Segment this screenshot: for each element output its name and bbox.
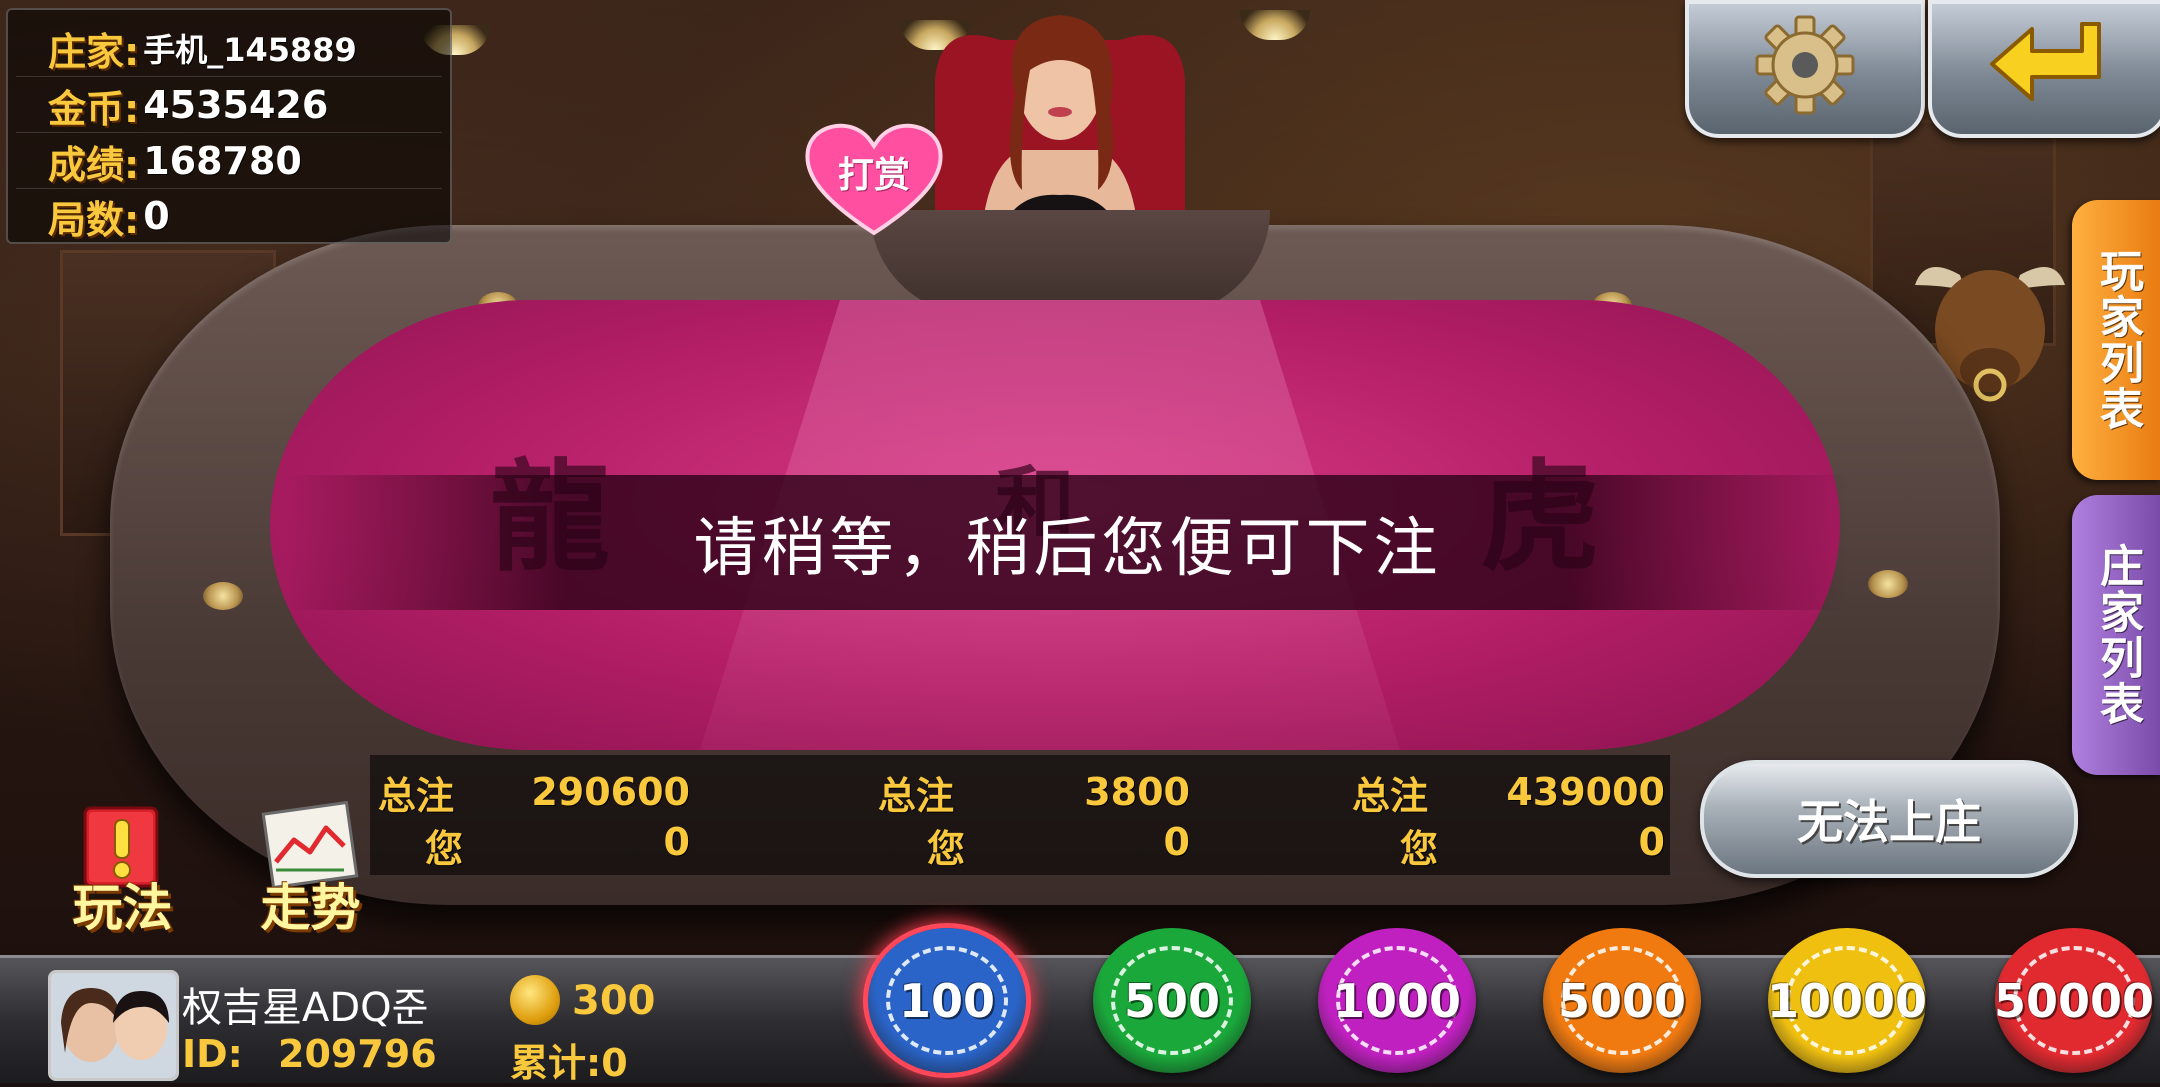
chip-value: 1000 <box>1332 973 1462 1028</box>
player-name: 权吉星ADQ준 <box>182 985 429 1031</box>
avatar[interactable] <box>48 970 179 1081</box>
rounds-value: 0 <box>143 194 170 238</box>
dragon-total-label: 总注 <box>378 774 455 818</box>
trend-button[interactable]: 走势 <box>238 800 383 940</box>
gold-row: 金币: 4535426 <box>48 77 328 133</box>
banker-info-panel: 庄家: 手机_145889 金币: 4535426 成绩: 168780 局数:… <box>6 8 452 244</box>
chip-value: 50000 <box>1993 973 2155 1028</box>
table-light <box>203 582 243 610</box>
score-row: 成绩: 168780 <box>48 133 302 189</box>
dragon-you-value: 0 <box>663 820 690 864</box>
score-value: 168780 <box>143 139 302 183</box>
back-button[interactable] <box>1928 0 2160 138</box>
ceiling-lamp <box>1240 10 1310 40</box>
settings-button[interactable] <box>1685 0 1925 138</box>
tie-total-value: 3800 <box>1084 770 1190 814</box>
wait-message: 请稍等，稍后您便可下注 <box>693 511 1442 586</box>
dragon-you-label: 您 <box>425 827 464 871</box>
chip-value: 10000 <box>1766 973 1928 1028</box>
rounds-label: 局数: <box>48 197 140 242</box>
dragon-total-value: 290600 <box>531 770 690 814</box>
wait-banner: 请稍等，稍后您便可下注 <box>285 475 1850 610</box>
player-list-label: 玩家列表 <box>2092 248 2143 432</box>
player-coins: 300 <box>572 978 656 1024</box>
rules-label: 玩法 <box>72 879 173 937</box>
tiger-total-label: 总注 <box>1352 774 1429 818</box>
chip-value: 5000 <box>1557 973 1687 1028</box>
player-id-value: 209796 <box>278 1032 437 1076</box>
table-light <box>1868 570 1908 598</box>
player-list-tab[interactable]: 玩家列表 <box>2072 200 2160 480</box>
player-total: 累计:0 <box>510 1041 628 1085</box>
banker-name: 手机_145889 <box>143 31 357 69</box>
banker-row: 庄家: 手机_145889 <box>48 20 357 76</box>
tiger-you-value: 0 <box>1638 820 1665 864</box>
rules-button[interactable]: 玩法 <box>50 800 195 940</box>
rounds-row: 局数: 0 <box>48 188 170 244</box>
chip-value: 500 <box>1123 973 1221 1028</box>
gear-icon <box>1755 15 1855 115</box>
player-id-label: ID: <box>182 1032 243 1076</box>
chip-500[interactable]: 500 <box>1093 928 1251 1073</box>
banker-list-label: 庄家列表 <box>2092 543 2143 727</box>
reward-button[interactable]: 打赏 <box>800 118 948 238</box>
tiger-total-value: 439000 <box>1506 770 1665 814</box>
become-banker-button[interactable]: 无法上庄 <box>1700 760 2078 878</box>
chip-value: 100 <box>898 973 996 1028</box>
banker-label: 庄家: <box>48 29 140 74</box>
banker-list-tab[interactable]: 庄家列表 <box>2072 495 2160 775</box>
score-label: 成绩: <box>48 142 140 187</box>
reward-label: 打赏 <box>837 155 910 196</box>
return-arrow-icon <box>1990 22 2101 101</box>
chip-10000[interactable]: 10000 <box>1766 928 1928 1073</box>
tie-you-value: 0 <box>1163 820 1190 864</box>
tie-you-label: 您 <box>927 827 966 871</box>
trend-label: 走势 <box>260 879 361 937</box>
tiger-you-label: 您 <box>1400 827 1439 871</box>
chip-100[interactable]: 100 <box>868 928 1026 1073</box>
coin-icon <box>510 975 560 1025</box>
banker-button-label: 无法上庄 <box>1797 795 1981 849</box>
gold-label: 金币: <box>48 86 140 131</box>
chip-1000[interactable]: 1000 <box>1318 928 1476 1073</box>
chip-5000[interactable]: 5000 <box>1543 928 1701 1073</box>
tie-total-label: 总注 <box>878 774 955 818</box>
avatar-photo <box>51 973 176 1078</box>
chip-50000[interactable]: 50000 <box>1993 928 2155 1073</box>
gold-value: 4535426 <box>143 83 329 127</box>
